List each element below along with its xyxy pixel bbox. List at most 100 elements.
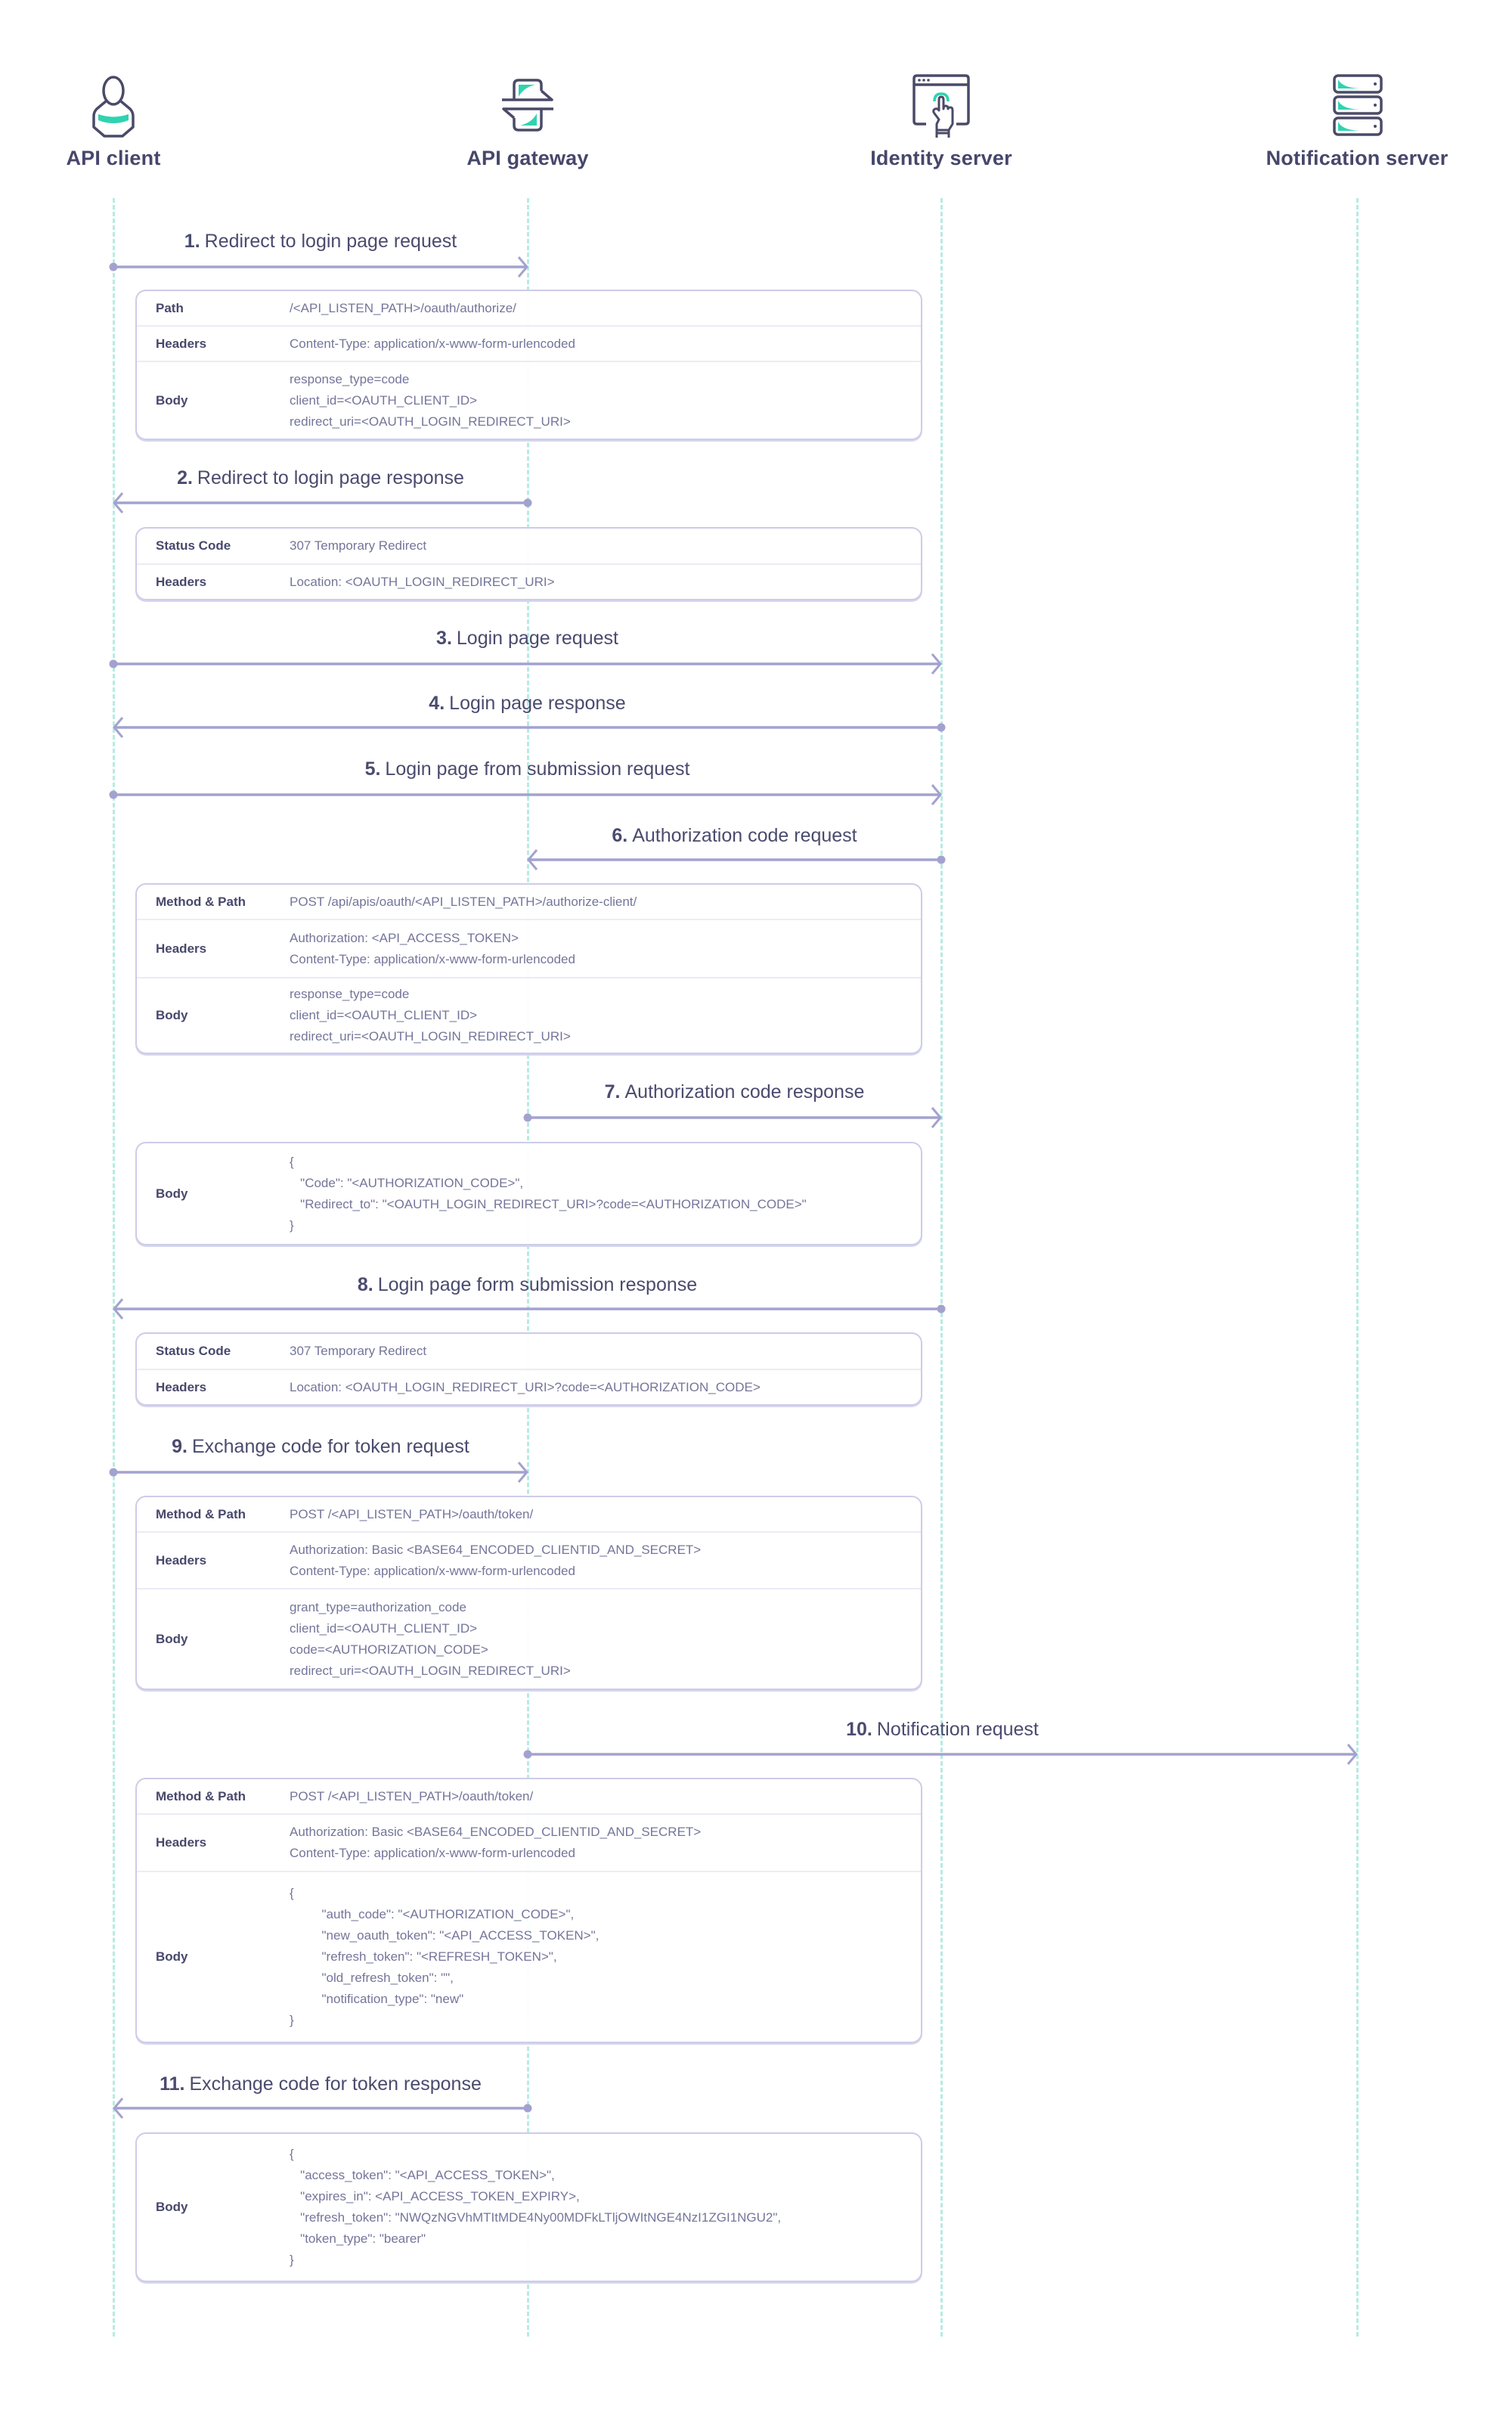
participant-name: Notification server (1266, 147, 1448, 169)
detail-value: response_type=code client_id=<OAUTH_CLIEN… (290, 978, 921, 1053)
detail-label: Status Code (156, 538, 231, 553)
exchange-icon (502, 79, 553, 132)
lifeline-identity-server (940, 198, 943, 2337)
detail-value-line: grant_type=authorization_code (290, 1599, 466, 1614)
detail-value-line: "Redirect_to": "<OAUTH_LOGIN_REDIRECT_UR… (290, 1196, 807, 1211)
message-text: Authorization code response (624, 1081, 865, 1102)
detail-value: Location: <OAUTH_LOGIN_REDIRECT_URI>?cod… (290, 1371, 921, 1404)
message-arrow (109, 653, 942, 675)
detail-value-line: Content-Type: application/x-www-form-url… (290, 951, 575, 966)
detail-value: response_type=code client_id=<OAUTH_CLIEN… (290, 363, 921, 439)
detail-row: Body { "Code": "<AUTHORIZATION_CODE>", "R… (137, 1143, 921, 1244)
detail-label: Path (156, 300, 184, 315)
detail-value: { "auth_code": "<AUTHORIZATION_CODE>", "… (290, 1877, 921, 2037)
detail-value-line: "access_token": "<API_ACCESS_TOKEN>", (290, 2168, 555, 2182)
arrowhead-icon (517, 1462, 528, 1483)
detail-label: Method & Path (156, 894, 246, 909)
detail-value: Authorization: Basic <BASE64_ENCODED_CLI… (290, 1816, 921, 1870)
detail-value: POST /<API_LISTEN_PATH>/oauth/token/ (290, 1780, 921, 1813)
detail-row: Headers Location: <OAUTH_LOGIN_REDIRECT_U… (137, 563, 921, 599)
detail-value: /<API_LISTEN_PATH>/oauth/authorize/ (290, 292, 921, 325)
detail-value-line: Content-Type: application/x-www-form-url… (290, 336, 575, 351)
arrowhead-icon (517, 256, 528, 278)
detail-label: Method & Path (156, 1788, 246, 1803)
message-text: Redirect to login page response (197, 467, 464, 488)
detail-value-line: Authorization: Basic <BASE64_ENCODED_CLI… (290, 1542, 702, 1557)
detail-value-line: } (290, 2013, 294, 2027)
detail-row: Body grant_type=authorization_code client_… (137, 1588, 921, 1689)
detail-value-line: "auth_code": "<AUTHORIZATION_CODE>", (290, 1907, 575, 1921)
message-number: 2. (177, 467, 193, 488)
detail-value: POST /api/apis/oauth/<API_LISTEN_PATH>/a… (290, 885, 921, 919)
detail-value-line: /<API_LISTEN_PATH>/oauth/authorize/ (290, 300, 516, 315)
message-label: 3. Login page request (436, 628, 618, 650)
detail-label: Method & Path (156, 1506, 246, 1521)
detail-label: Headers (156, 1552, 207, 1568)
detail-value-line: "new_oauth_token": "<API_ACCESS_TOKEN>", (290, 1928, 600, 1943)
message-label: 4. Login page response (429, 693, 625, 715)
arrowhead-icon (113, 717, 124, 738)
arrowhead-icon (113, 1298, 124, 1320)
detail-value: { "Code": "<AUTHORIZATION_CODE>", "Redir… (290, 1146, 921, 1242)
message-number: 4. (429, 693, 445, 714)
detail-row: Headers Content-Type: application/x-www-f… (137, 325, 921, 361)
detail-value-line: redirect_uri=<OAUTH_LOGIN_REDIRECT_URI> (290, 1663, 571, 1678)
message-label: 11. Exchange code for token response (160, 2073, 482, 2095)
detail-label: Body (156, 1186, 188, 1201)
server-stack-icon (1333, 74, 1383, 136)
message-text: Redirect to login page request (204, 231, 457, 252)
detail-row: Method & Path POST /<API_LISTEN_PATH>/oau… (137, 1497, 921, 1531)
detail-value-line: "refresh_token": "NWQzNGVhMTItMDE4Ny00MD… (290, 2210, 782, 2225)
arrowhead-icon (113, 2098, 124, 2119)
detail-value-line: POST /api/apis/oauth/<API_LISTEN_PATH>/a… (290, 894, 637, 909)
participant-name: Identity server (870, 147, 1012, 169)
detail-value: 307 Temporary Redirect (290, 529, 921, 563)
detail-label: Body (156, 1008, 188, 1022)
detail-value-line: Location: <OAUTH_LOGIN_REDIRECT_URI> (290, 574, 555, 589)
message-number: 11. (160, 2073, 185, 2095)
detail-row: Body response_type=code client_id=<OAUTH_C… (137, 361, 921, 439)
message-arrow (109, 1462, 528, 1483)
detail-value-line: "token_type": "bearer" (290, 2231, 426, 2246)
detail-label: Headers (156, 1835, 207, 1850)
message-label: 2. Redirect to login page response (177, 467, 464, 489)
message-number: 5. (364, 758, 381, 780)
detail-row: Method & Path POST /api/apis/oauth/<API_L… (137, 885, 921, 919)
participant-name: API gateway (466, 147, 589, 169)
detail-row: Headers Authorization: Basic <BASE64_ENCO… (137, 1531, 921, 1588)
message-number: 8. (357, 1274, 373, 1295)
detail-value: 307 Temporary Redirect (290, 1335, 921, 1368)
message-label: 10. Notification request (846, 1719, 1039, 1741)
detail-value-line: Content-Type: application/x-www-form-url… (290, 1563, 575, 1578)
message-details-box: Status Code 307 Temporary Redirect Headers… (135, 527, 922, 600)
detail-value-line: } (290, 2253, 294, 2267)
detail-row: Headers Authorization: Basic <BASE64_ENCO… (137, 1813, 921, 1871)
message-arrow (109, 256, 528, 278)
message-label: 5. Login page from submission request (365, 758, 690, 780)
arrowhead-icon (931, 784, 942, 805)
detail-value-line: 307 Temporary Redirect (290, 538, 427, 553)
detail-label: Headers (156, 941, 207, 956)
message-details-box: Body { "access_token": "<API_ACCESS_TOKEN… (135, 2132, 922, 2282)
participant-api-gateway: API gateway (392, 67, 664, 170)
detail-label: Body (156, 1631, 188, 1646)
message-number: 7. (604, 1081, 621, 1102)
detail-value-line: Location: <OAUTH_LOGIN_REDIRECT_URI>?cod… (290, 1379, 761, 1394)
lifeline-notification-server (1356, 198, 1359, 2337)
message-number: 9. (172, 1436, 187, 1457)
detail-value-line: Authorization: Basic <BASE64_ENCODED_CLI… (290, 1825, 702, 1839)
detail-value-line: { (290, 1886, 294, 1900)
detail-row: Headers Authorization: <API_ACCESS_TOKEN>… (137, 919, 921, 977)
message-number: 10. (846, 1719, 872, 1740)
message-label: 1. Redirect to login page request (184, 231, 457, 253)
detail-value-line: "Code": "<AUTHORIZATION_CODE>", (290, 1175, 524, 1190)
arrowhead-icon (527, 849, 538, 870)
detail-value-line: Authorization: <API_ACCESS_TOKEN> (290, 930, 519, 945)
detail-label: Body (156, 392, 188, 408)
detail-value: { "access_token": "<API_ACCESS_TOKEN>", … (290, 2138, 921, 2277)
detail-row: Method & Path POST /<API_LISTEN_PATH>/oau… (137, 1779, 921, 1813)
message-details-box: Method & Path POST /<API_LISTEN_PATH>/oau… (135, 1778, 922, 2043)
detail-value-line: Content-Type: application/x-www-form-url… (290, 1846, 575, 1860)
detail-label: Headers (156, 336, 207, 351)
message-arrow (113, 1298, 946, 1320)
